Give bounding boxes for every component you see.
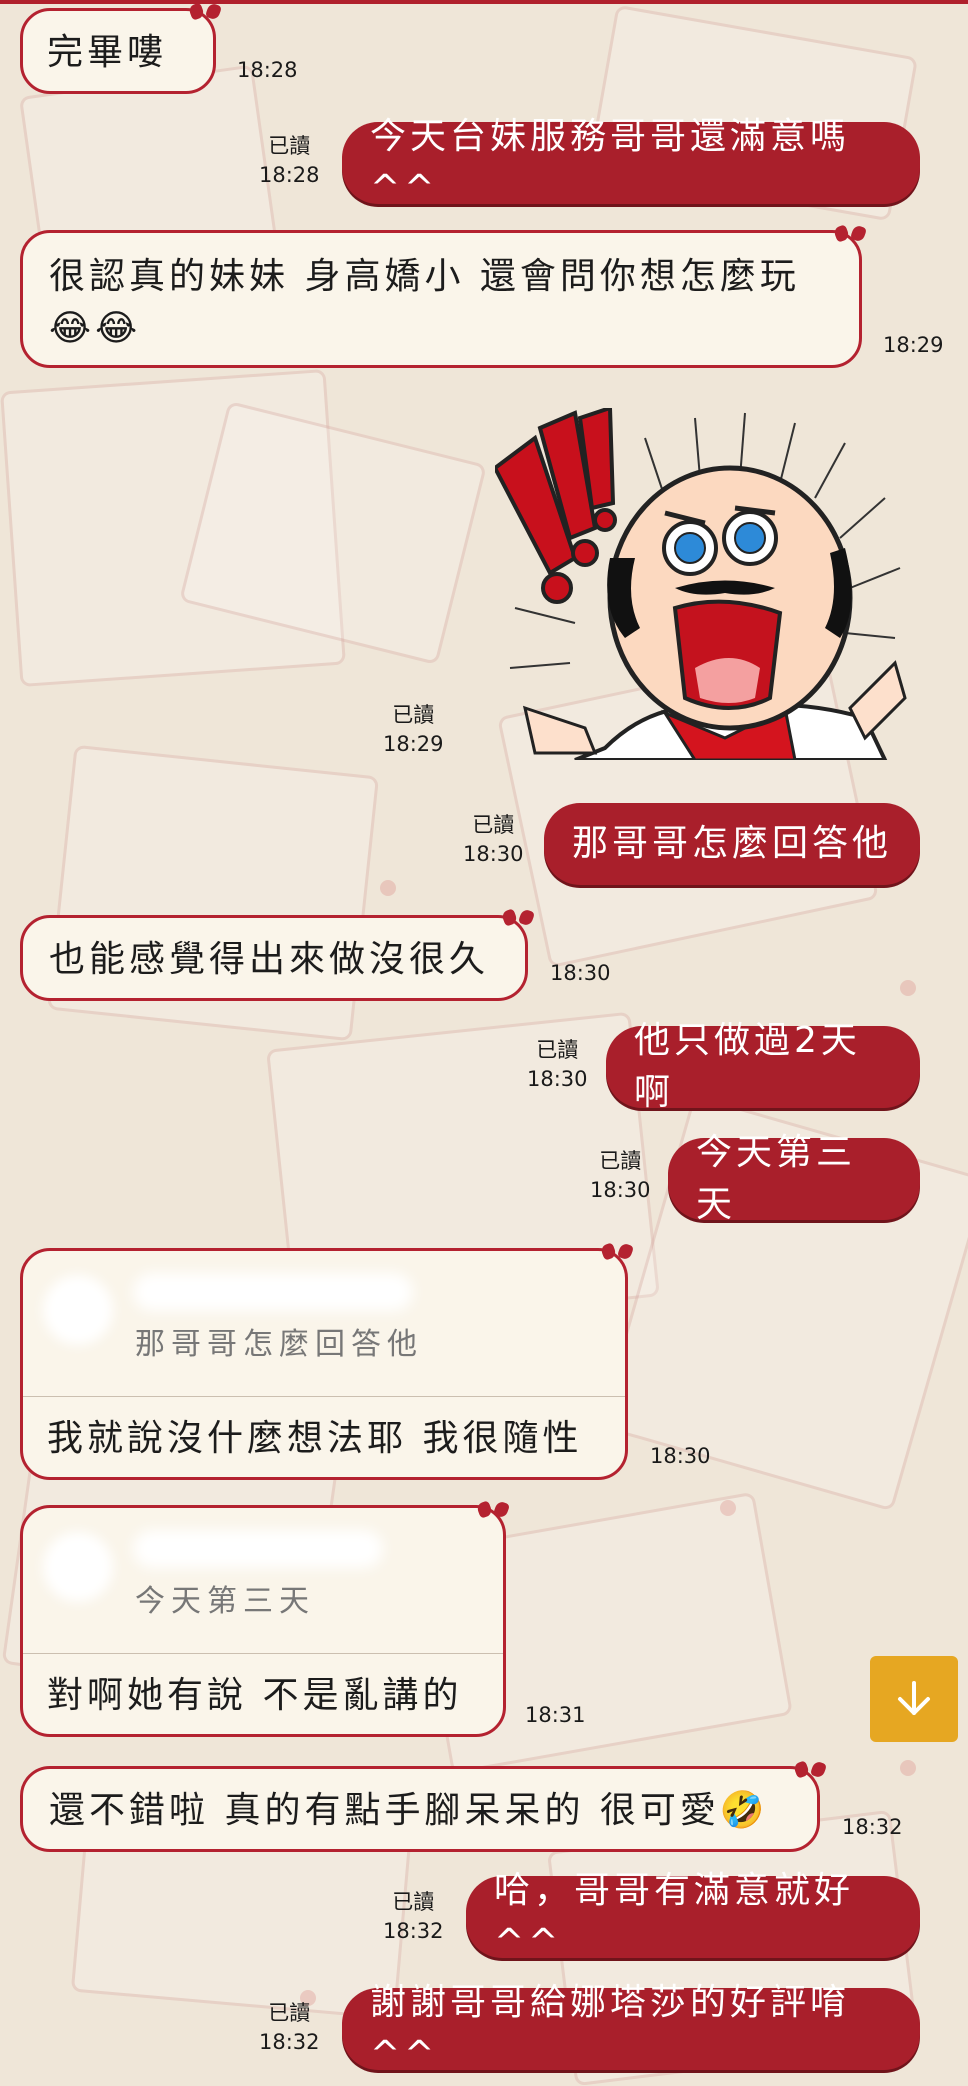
message-time: 18:32: [259, 2030, 320, 2054]
message-time: 18:30: [527, 1067, 588, 1091]
read-receipt: 已讀 18:30: [590, 1147, 651, 1205]
blurred-sender-name: [133, 1273, 413, 1311]
message-text: 完畢嘍: [47, 32, 168, 73]
read-receipt: 已讀 18:29: [383, 701, 444, 759]
message-text: 那哥哥怎麼回答他: [572, 823, 893, 864]
blurred-avatar: [43, 1532, 113, 1602]
message-time: 18:31: [525, 1703, 586, 1727]
read-label: 已讀: [268, 134, 311, 158]
message-time: 18:30: [590, 1178, 651, 1202]
read-label: 已讀: [472, 813, 515, 837]
message-bubble-incoming[interactable]: 完畢嘍: [20, 8, 216, 94]
top-border: [0, 0, 968, 4]
reply-message-bubble[interactable]: 那哥哥怎麼回答他 我就說沒什麼想法耶 我很隨性: [20, 1248, 628, 1480]
bow-decoration-icon: [478, 1500, 508, 1520]
quoted-text: 那哥哥怎麼回答他: [135, 1327, 423, 1362]
message-bubble-incoming[interactable]: 也能感覺得出來做沒很久: [20, 915, 528, 1001]
message-bubble-outgoing[interactable]: 那哥哥怎麼回答他: [544, 803, 920, 885]
read-receipt: 已讀 18:32: [259, 1999, 320, 2057]
message-text: 對啊她有說 不是亂講的: [47, 1675, 463, 1716]
read-label: 已讀: [392, 703, 435, 727]
read-receipt: 已讀 18:32: [383, 1888, 444, 1946]
message-text: 謝謝哥哥給娜塔莎的好評唷^^: [370, 1982, 851, 2075]
message-text: 也能感覺得出來做沒很久: [49, 939, 490, 980]
read-label: 已讀: [536, 1038, 579, 1062]
message-bubble-outgoing[interactable]: 哈，哥哥有滿意就好^^: [466, 1870, 920, 1963]
message-time: 18:30: [463, 842, 524, 866]
read-label: 已讀: [392, 1890, 435, 1914]
message-time: 18:28: [259, 163, 320, 187]
reply-message-bubble[interactable]: 今天第三天 對啊她有說 不是亂講的: [20, 1505, 506, 1737]
read-receipt: 已讀 18:30: [527, 1036, 588, 1094]
read-receipt: 已讀 18:30: [463, 811, 524, 869]
read-receipt: 已讀 18:28: [259, 132, 320, 190]
message-bubble-outgoing[interactable]: 他只做過2天啊: [606, 1020, 920, 1113]
message-time: 18:30: [650, 1444, 711, 1468]
reply-quote-header[interactable]: 那哥哥怎麼回答他: [23, 1251, 625, 1397]
message-bubble-outgoing[interactable]: 今天台妹服務哥哥還滿意嗎^^: [342, 116, 920, 209]
scroll-to-bottom-button[interactable]: [870, 1656, 958, 1742]
message-bubble-incoming[interactable]: 很認真的妹妹 身高嬌小 還會問你想怎麼玩😂😂: [20, 230, 862, 368]
message-time: 18:32: [383, 1919, 444, 1943]
quoted-text: 今天第三天: [135, 1584, 315, 1619]
message-bubble-outgoing[interactable]: 謝謝哥哥給娜塔莎的好評唷^^: [342, 1982, 920, 2075]
blurred-sender-name: [133, 1530, 383, 1568]
arrow-down-icon: [898, 1681, 930, 1715]
bow-decoration-icon: [795, 1760, 825, 1780]
message-bubble-incoming[interactable]: 還不錯啦 真的有點手腳呆呆的 很可愛🤣: [20, 1766, 820, 1852]
read-label: 已讀: [268, 2001, 311, 2025]
reply-quote-header[interactable]: 今天第三天: [23, 1508, 503, 1654]
message-bubble-outgoing[interactable]: 今天第三天: [668, 1132, 920, 1225]
message-text: 我就說沒什麼想法耶 我很隨性: [47, 1418, 583, 1459]
message-text: 今天台妹服務哥哥還滿意嗎^^: [370, 116, 851, 209]
message-time: 18:32: [842, 1815, 903, 1839]
blurred-avatar: [43, 1275, 113, 1345]
message-time: 18:28: [237, 58, 298, 82]
shocked-old-man-sticker[interactable]: [495, 408, 910, 760]
message-text: 很認真的妹妹 身高嬌小 還會問你想怎麼玩😂😂: [49, 256, 800, 349]
message-time: 18:29: [383, 732, 444, 756]
message-text: 哈，哥哥有滿意就好^^: [494, 1870, 855, 1963]
bow-decoration-icon: [602, 1242, 632, 1262]
read-label: 已讀: [599, 1149, 642, 1173]
bow-decoration-icon: [190, 2, 220, 22]
bow-decoration-icon: [835, 224, 865, 244]
bow-decoration-icon: [503, 908, 533, 928]
message-text: 還不錯啦 真的有點手腳呆呆的 很可愛🤣: [49, 1790, 769, 1831]
message-time: 18:29: [883, 333, 944, 357]
message-text: 今天第三天: [696, 1132, 857, 1225]
message-time: 18:30: [550, 961, 611, 985]
message-text: 他只做過2天啊: [634, 1020, 861, 1113]
